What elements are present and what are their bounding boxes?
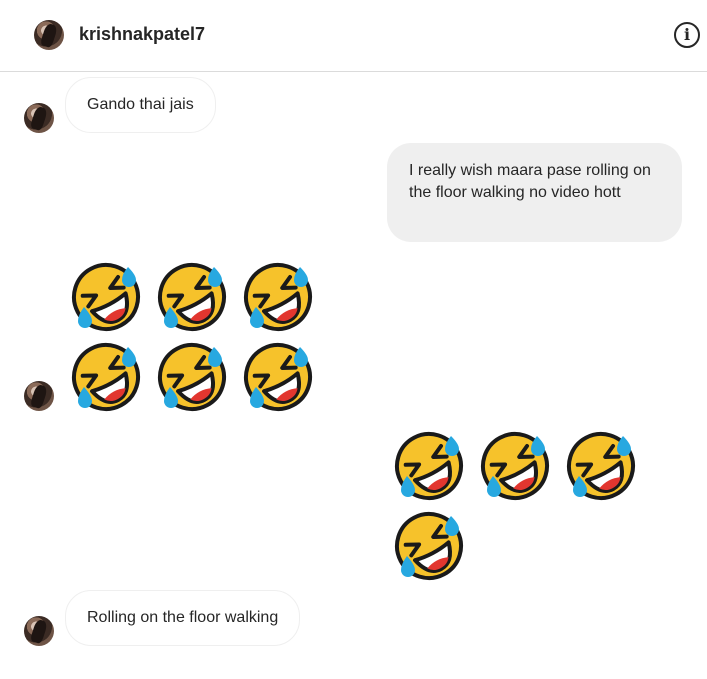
message-text: I really wish maara pase rolling on the … <box>409 162 651 201</box>
header-avatar[interactable] <box>34 20 64 50</box>
outgoing-message-bubble[interactable]: I really wish maara pase rolling on the … <box>387 143 682 242</box>
incoming-emoji-message[interactable] <box>70 261 320 416</box>
message-text: Gando thai jais <box>87 96 194 113</box>
rolling-on-floor-laughing-emoji-icon <box>481 432 549 500</box>
sender-avatar[interactable] <box>24 381 54 411</box>
rolling-on-floor-laughing-emoji-icon <box>244 343 312 411</box>
sender-avatar[interactable] <box>24 616 54 646</box>
rolling-on-floor-laughing-emoji-icon <box>395 512 463 580</box>
rolling-on-floor-laughing-emoji-icon <box>395 432 463 500</box>
incoming-message-bubble[interactable]: Gando thai jais <box>65 77 216 133</box>
sender-avatar[interactable] <box>24 103 54 133</box>
info-icon[interactable]: i <box>674 22 700 48</box>
rolling-on-floor-laughing-emoji-icon <box>244 263 312 331</box>
chat-header: krishnakpatel7 i <box>0 0 707 72</box>
rolling-on-floor-laughing-emoji-icon <box>72 343 140 411</box>
rolling-on-floor-laughing-emoji-icon <box>567 432 635 500</box>
incoming-message-bubble[interactable]: Rolling on the floor walking <box>65 590 301 646</box>
chat-username[interactable]: krishnakpatel7 <box>79 24 205 45</box>
rolling-on-floor-laughing-emoji-icon <box>158 263 226 331</box>
outgoing-emoji-message[interactable] <box>393 430 643 585</box>
rolling-on-floor-laughing-emoji-icon <box>72 263 140 331</box>
message-text: Rolling on the floor walking <box>87 609 279 626</box>
rolling-on-floor-laughing-emoji-icon <box>158 343 226 411</box>
